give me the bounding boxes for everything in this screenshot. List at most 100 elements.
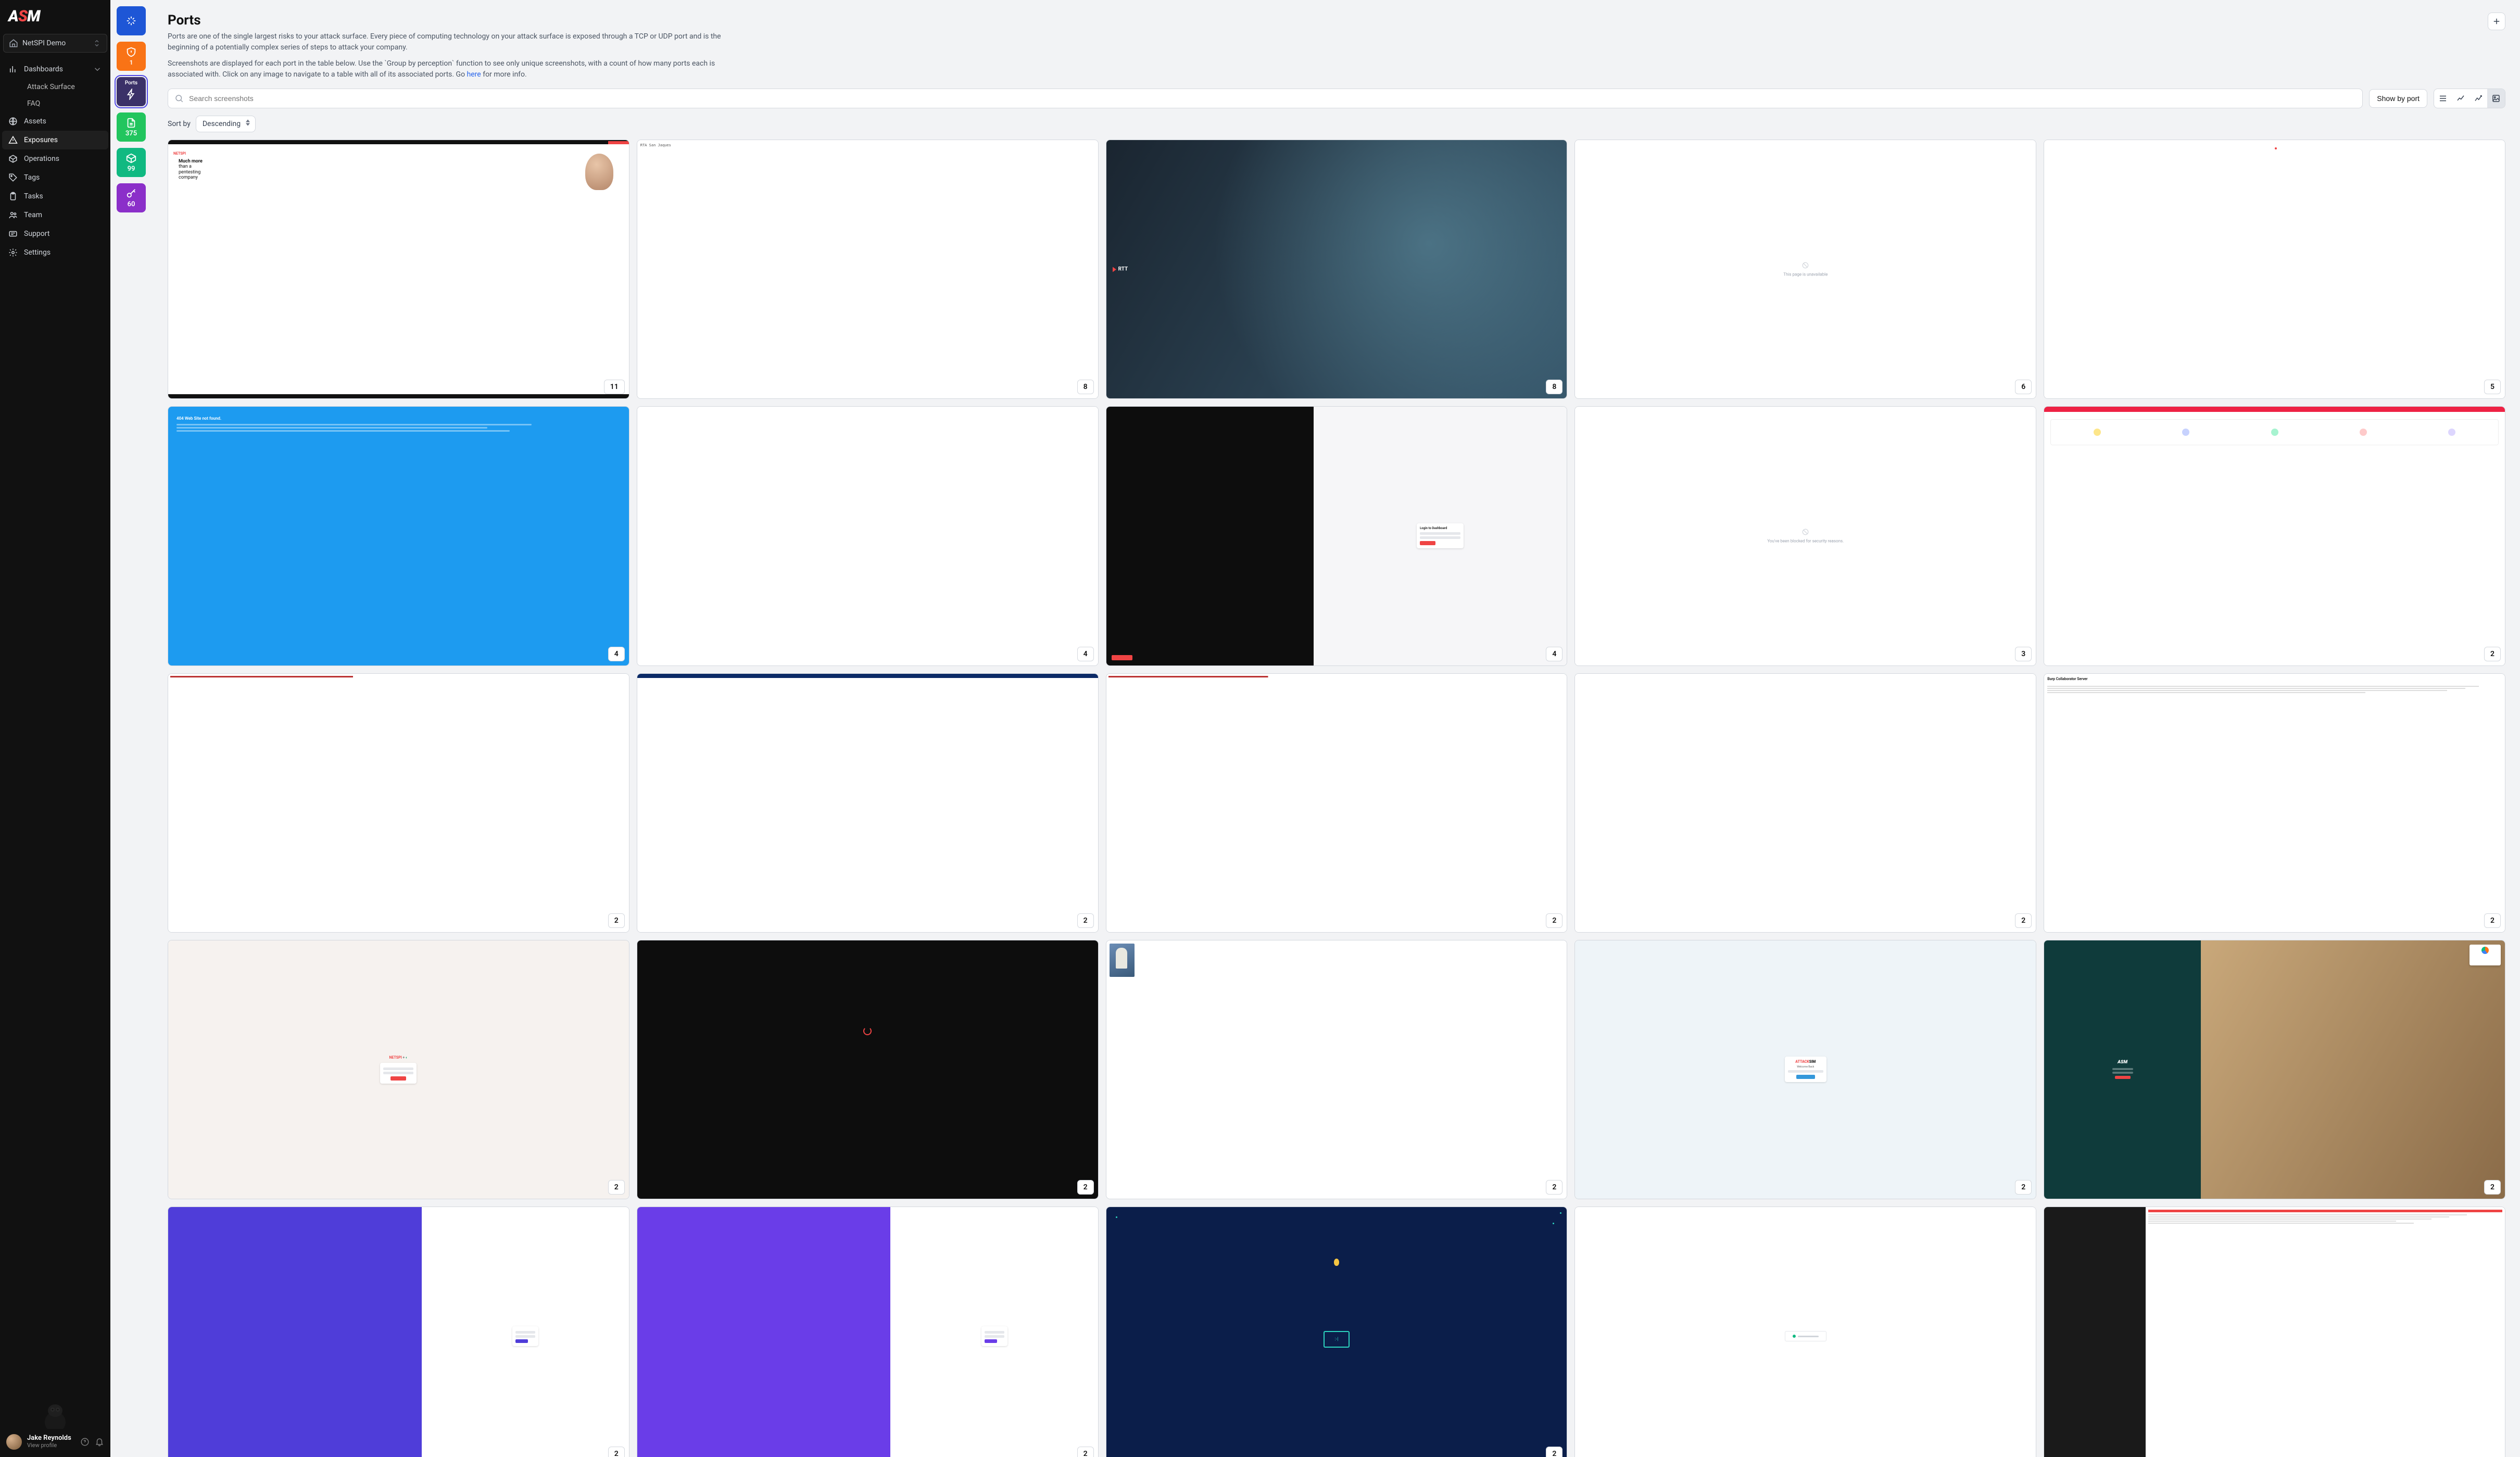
card-count-badge: 2 xyxy=(1546,1180,1563,1195)
rail-tile-insights[interactable] xyxy=(117,6,146,35)
screenshot-card[interactable]: :-| 2 xyxy=(1106,1207,1568,1457)
bell-icon[interactable] xyxy=(95,1437,104,1447)
card-count-badge: 8 xyxy=(1546,380,1563,394)
page-lead-2b: for more info. xyxy=(481,70,527,79)
org-selector[interactable]: NetSPI Demo xyxy=(3,34,107,53)
rail-tile-docs[interactable]: 375 xyxy=(117,112,146,142)
card-count-badge: 2 xyxy=(1077,913,1094,928)
ban-icon xyxy=(1802,529,1809,536)
screenshot-card[interactable]: 2 xyxy=(637,673,1099,933)
brand-logo: ASM xyxy=(0,0,110,31)
card-count-badge: 2 xyxy=(2484,647,2501,661)
screenshot-card[interactable]: RTA San Jaques 8 xyxy=(637,140,1099,399)
rail-tile-vulns[interactable]: 1 xyxy=(117,42,146,71)
page-lead-1: Ports are one of the single largest risk… xyxy=(168,31,730,53)
card-count-badge: 2 xyxy=(608,1447,625,1457)
mascot-illustration xyxy=(0,1398,110,1429)
nav-exposures[interactable]: Exposures xyxy=(2,131,108,149)
card-count-badge: 2 xyxy=(608,913,625,928)
thumb-text: company xyxy=(179,175,198,180)
add-button[interactable] xyxy=(2488,12,2505,30)
screenshot-card[interactable] xyxy=(1574,1207,2036,1457)
sort-select[interactable]: Descending xyxy=(196,116,256,132)
plus-icon xyxy=(2492,17,2501,26)
thumb-text: 404 Web Site not found. xyxy=(177,416,621,421)
nav-settings[interactable]: Settings xyxy=(2,243,108,262)
page-title: Ports xyxy=(168,12,2479,28)
screenshot-card[interactable]: NETSPI Much more than a pentesting compa… xyxy=(168,140,629,399)
screenshot-card[interactable]: 2 xyxy=(2044,406,2505,665)
nav-assets-label: Assets xyxy=(24,117,46,125)
rail-tile-assets[interactable]: 99 xyxy=(117,148,146,177)
nav-faq[interactable]: FAQ xyxy=(22,95,108,112)
nav-support[interactable]: Support xyxy=(2,224,108,243)
screenshot-card[interactable]: 2 xyxy=(1106,940,1568,1199)
nav-tags[interactable]: Tags xyxy=(2,168,108,187)
globe-icon xyxy=(8,117,18,126)
nav-operations[interactable]: Operations xyxy=(2,149,108,168)
screenshot-card[interactable]: 2 xyxy=(1574,673,2036,933)
card-count-badge: 2 xyxy=(2015,913,2032,928)
nav-tags-label: Tags xyxy=(24,173,40,182)
screenshot-card[interactable]: Login to Dashboard 4 xyxy=(1106,406,1568,665)
screenshot-card[interactable]: 2 xyxy=(637,1207,1099,1457)
screenshot-card[interactable]: Burp Collaborator Server 2 xyxy=(2044,673,2505,933)
screenshot-card[interactable]: 2 xyxy=(1106,673,1568,933)
sparkle-icon xyxy=(125,15,137,27)
screenshot-card[interactable]: 5 xyxy=(2044,140,2505,399)
rail-tile-creds[interactable]: 60 xyxy=(117,183,146,212)
search-box[interactable] xyxy=(168,89,2363,108)
nav-dashboards[interactable]: Dashboards xyxy=(2,60,108,79)
view-grid-button[interactable] xyxy=(2487,89,2505,108)
card-count-badge: 8 xyxy=(1077,380,1094,394)
screenshot-card[interactable] xyxy=(2044,1207,2505,1457)
user-meta[interactable]: Jake Reynolds View profile xyxy=(27,1435,75,1449)
page-lead-2a: Screenshots are displayed for each port … xyxy=(168,59,715,79)
nav-tasks[interactable]: Tasks xyxy=(2,187,108,206)
rail-tile-ports[interactable]: Ports xyxy=(117,77,146,106)
screenshot-card[interactable]: RTT 8 xyxy=(1106,140,1568,399)
screenshot-card[interactable]: 404 Web Site not found. 4 xyxy=(168,406,629,665)
help-icon[interactable] xyxy=(80,1437,90,1447)
clipboard-icon xyxy=(8,192,18,201)
card-count-badge: 11 xyxy=(604,380,625,394)
screenshot-card[interactable]: 4 xyxy=(637,406,1099,665)
card-count-badge: 2 xyxy=(1077,1447,1094,1457)
show-by-button[interactable]: Show by port xyxy=(2369,89,2427,108)
warning-icon xyxy=(8,135,18,145)
card-count-badge: 4 xyxy=(1077,647,1094,661)
nav-attack-surface[interactable]: Attack Surface xyxy=(22,79,108,95)
user-name: Jake Reynolds xyxy=(27,1435,75,1442)
page-lead-2: Screenshots are displayed for each port … xyxy=(168,58,730,80)
nav-dashboards-label: Dashboards xyxy=(24,65,63,73)
screenshot-card[interactable]: This page is unavailable 6 xyxy=(1574,140,2036,399)
nav-assets[interactable]: Assets xyxy=(2,112,108,131)
thumb-text: Burp Collaborator Server xyxy=(2044,674,2505,685)
view-chart-button[interactable] xyxy=(2469,89,2487,108)
thumb-text: This page is unavailable xyxy=(1783,272,1828,277)
page-lead-link[interactable]: here xyxy=(467,70,481,79)
nav-team-label: Team xyxy=(24,211,42,219)
nav-team[interactable]: Team xyxy=(2,206,108,224)
card-count-badge: 2 xyxy=(2484,1180,2501,1195)
screenshot-card[interactable]: 2 xyxy=(637,940,1099,1199)
view-list-button[interactable] xyxy=(2434,89,2452,108)
nav-faq-label: FAQ xyxy=(27,99,40,108)
nav-operations-label: Operations xyxy=(24,155,59,163)
view-trend-button[interactable] xyxy=(2452,89,2469,108)
file-icon xyxy=(125,117,137,129)
search-input[interactable] xyxy=(189,94,2356,103)
screenshot-card[interactable]: ATTACKSIM Welcome Back 2 xyxy=(1574,940,2036,1199)
screenshot-card[interactable]: 2 xyxy=(168,1207,629,1457)
screenshot-card[interactable]: You've been blocked for security reasons… xyxy=(1574,406,2036,665)
brand-logo-a: A xyxy=(8,7,18,26)
screenshot-card[interactable]: NETSPI + ◐ 2 xyxy=(168,940,629,1199)
list-icon xyxy=(2438,94,2448,103)
avatar[interactable] xyxy=(6,1434,22,1450)
thumb-text: You've been blocked for security reasons… xyxy=(1767,539,1844,544)
bolt-icon xyxy=(125,89,137,100)
screenshot-card[interactable]: ASM 2 xyxy=(2044,940,2505,1199)
screenshot-card[interactable]: ‎ 2 xyxy=(168,673,629,933)
nav-tasks-label: Tasks xyxy=(24,192,43,200)
rail-vuln-count: 1 xyxy=(130,59,133,66)
